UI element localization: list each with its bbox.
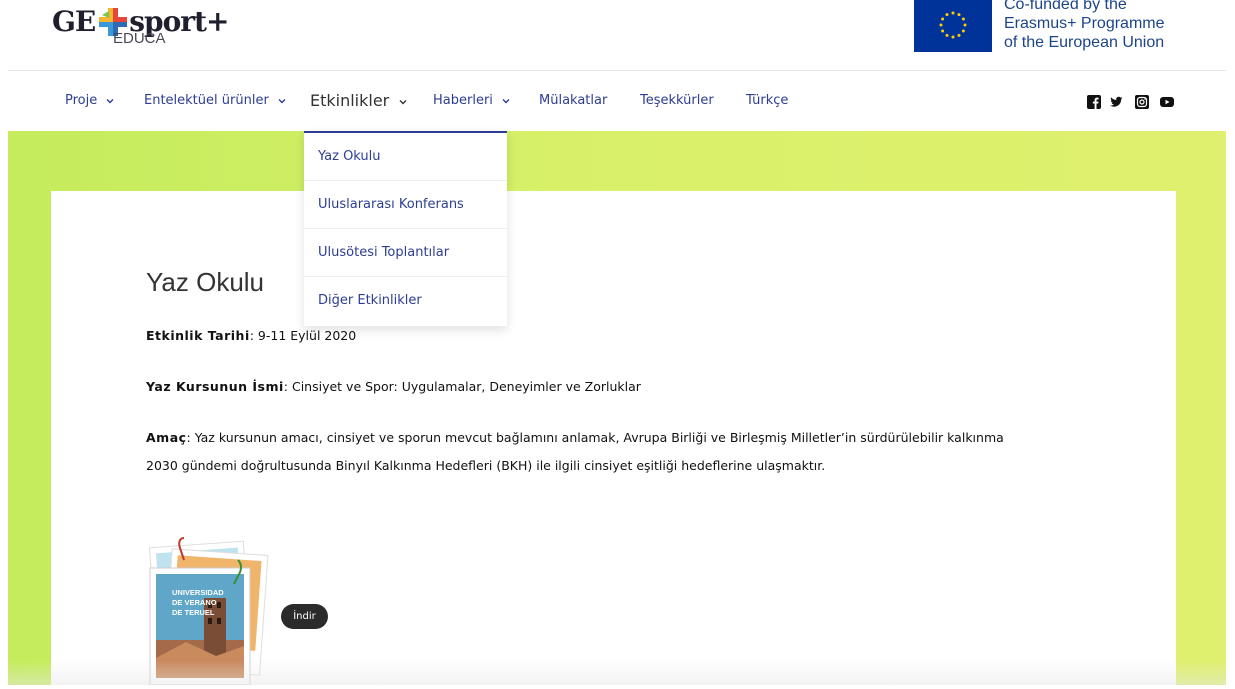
course-name-label: Yaz Kursunun İsmi (146, 379, 284, 394)
nav-item-proje[interactable]: Proje (65, 71, 115, 131)
event-date-value: : 9-11 Eylül 2020 (249, 328, 357, 343)
etkinlikler-dropdown: Yaz Okulu Uluslararası Konferans Ulusöte… (304, 131, 507, 326)
eu-flag-icon (914, 0, 992, 52)
download-button[interactable]: İndir (281, 604, 328, 629)
nav-item-entelektuel[interactable]: Entelektüel ürünler (144, 71, 287, 131)
nav-label: Mülakatlar (539, 93, 608, 108)
eu-text-line3: of the European Union (1004, 34, 1165, 51)
nav-label: Entelektüel ürünler (144, 93, 269, 108)
dropdown-item-ulusotesi-toplantilar[interactable]: Ulusötesi Toplantılar (304, 229, 507, 277)
nav-item-etkinlikler[interactable]: Etkinlikler (310, 71, 408, 131)
logo-subtitle: EDUCA (113, 30, 166, 47)
nav-label: Türkçe (746, 93, 789, 108)
chevron-down-icon (106, 98, 114, 103)
summer-school-poster[interactable]: UNIVERSIDAD DE VERANO DE TERUEL (146, 530, 271, 686)
main-nav: Proje Entelektüel ürünler Etkinlikler Ha… (0, 71, 1235, 131)
eu-text-line1: Co-funded by the (1004, 0, 1127, 13)
nav-item-haberleri[interactable]: Haberleri (433, 71, 511, 131)
course-name-value: : Cinsiyet ve Spor: Uygulamalar, Deneyim… (283, 379, 641, 394)
youtube-icon[interactable] (1160, 95, 1174, 109)
nav-label: Proje (65, 93, 98, 108)
nav-label: Haberleri (433, 93, 493, 108)
poster-line3: DE TERUEL (172, 608, 215, 617)
nav-item-mulakatlar[interactable]: Mülakatlar (539, 71, 607, 131)
course-name-paragraph: Yaz Kursunun İsmi: Cinsiyet ve Spor: Uyg… (146, 373, 641, 401)
aim-label: Amaç (146, 430, 187, 445)
event-date-paragraph: Etkinlik Tarihi: 9-11 Eylül 2020 (146, 322, 356, 350)
nav-item-turkce[interactable]: Türkçe (746, 71, 788, 131)
chevron-down-icon (399, 99, 407, 104)
dropdown-item-uluslararasi-konferans[interactable]: Uluslararası Konferans (304, 181, 507, 229)
logo-text-left: GE (52, 5, 96, 38)
eu-text-line2: Erasmus+ Programme (1004, 15, 1165, 32)
instagram-icon[interactable] (1135, 95, 1149, 109)
event-date-label: Etkinlik Tarihi (146, 328, 250, 343)
page-title: Yaz Okulu (146, 267, 265, 297)
facebook-icon[interactable] (1087, 95, 1101, 109)
aim-text-line2: 2030 gündemi doğrultusunda Binyıl Kalkın… (146, 458, 826, 473)
nav-item-tesekkurler[interactable]: Teşekkürler (640, 71, 714, 131)
poster-line2: DE VERANO (172, 598, 217, 607)
chevron-down-icon (502, 98, 510, 103)
eu-funding-text: Co-funded by the Erasmus+ Programme of t… (1004, 0, 1224, 52)
nav-label: Teşekkürler (640, 93, 714, 108)
aim-paragraph: Amaç: Yaz kursunun amacı, cinsiyet ve sp… (146, 424, 1106, 480)
twitter-icon[interactable] (1109, 95, 1123, 109)
poster-line1: UNIVERSIDAD (172, 588, 224, 597)
chevron-down-icon (278, 98, 286, 103)
dropdown-item-diger-etkinlikler[interactable]: Diğer Etkinlikler (304, 277, 507, 325)
nav-label: Etkinlikler (310, 91, 390, 110)
dropdown-item-yaz-okulu[interactable]: Yaz Okulu (304, 133, 507, 181)
aim-text-line1: : Yaz kursunun amacı, cinsiyet ve sporun… (186, 430, 1004, 445)
